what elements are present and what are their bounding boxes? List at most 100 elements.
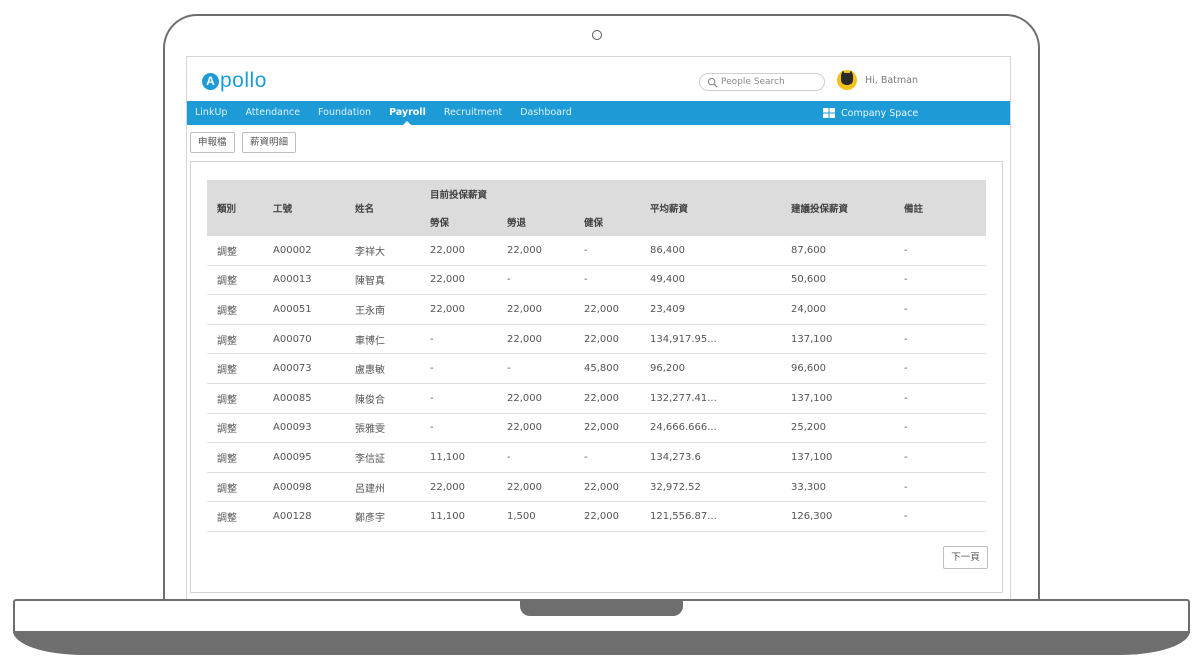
table-cell: - [574, 265, 640, 296]
table-cell: 陳俊合 [345, 383, 420, 414]
col-labor-insurance: 勞保 [420, 208, 497, 236]
table-cell: 22,000 [574, 472, 640, 503]
table-cell: 86,400 [640, 236, 781, 266]
table-cell: 22,000 [497, 236, 574, 266]
user-menu[interactable]: Hi, Batman [837, 70, 918, 90]
table-cell: 23,409 [640, 294, 781, 325]
table-cell: - [574, 442, 640, 473]
user-greeting: Hi, Batman [865, 74, 918, 86]
app-screen: A pollo People Search Hi, Batman LinkUp … [186, 56, 1011, 600]
people-search-input[interactable]: People Search [699, 73, 825, 91]
table-row: 調整 A00085 陳俊合 -22,000 22,000 132,277.41... 137… [207, 383, 986, 414]
table-row: 調整 A00098 呂建州 22,000 22,000 22,000 32,972.52 33… [207, 472, 986, 503]
table-cell: 22,000 [497, 324, 574, 355]
table-cell: A00085 [263, 383, 345, 414]
table-cell: 87,600 [781, 236, 894, 266]
table-cell: - [420, 413, 497, 444]
col-notes: 備註 [894, 180, 986, 236]
nav-attendance[interactable]: Attendance [245, 101, 300, 125]
tab-salary-details[interactable]: 薪資明細 [242, 132, 297, 153]
table-body: 調整 A00002 李祥大 22,000 22,000-86,400 87,600- 調整 A… [207, 236, 986, 532]
table-cell: 調整 [207, 324, 263, 355]
company-space-link[interactable]: Company Space [823, 101, 918, 125]
table-cell: A00073 [263, 353, 345, 384]
col-suggested: 建議投保薪資 [781, 180, 894, 236]
table-cell: 呂建州 [345, 472, 420, 503]
table-cell: 22,000 [497, 472, 574, 503]
table-header: 類別 工號 姓名 目前投保薪資 平均薪資 建議投保薪資 備註 勞保 勞退 健保 [207, 180, 986, 236]
search-placeholder: People Search [721, 77, 785, 87]
table-cell: 陳智真 [345, 265, 420, 296]
insurance-adjustment-table: 類別 工號 姓名 目前投保薪資 平均薪資 建議投保薪資 備註 勞保 勞退 健保 [207, 180, 986, 532]
tab-declaration-file[interactable]: 申報檔 [190, 132, 235, 153]
table-row: 調整 A00093 張雅雯 -22,000 22,000 24,666.666... 25,… [207, 413, 986, 444]
table-cell: 137,100 [781, 442, 894, 473]
grid-icon [823, 108, 835, 118]
content-panel: 類別 工號 姓名 目前投保薪資 平均薪資 建議投保薪資 備註 勞保 勞退 健保 [190, 161, 1003, 593]
col-labor-pension: 勞退 [497, 208, 574, 236]
table-cell: - [894, 265, 986, 296]
app-logo[interactable]: A pollo [202, 69, 267, 93]
table-cell: - [420, 324, 497, 355]
table-cell: - [894, 383, 986, 414]
col-avg-salary: 平均薪資 [640, 180, 781, 236]
table-cell: 調整 [207, 294, 263, 325]
table-row: 調整 A00095 李信証 11,100- -134,273.6 137,100- [207, 442, 986, 473]
table-cell: 22,000 [574, 324, 640, 355]
table-cell: 李信証 [345, 442, 420, 473]
col-health-insurance: 健保 [574, 208, 640, 236]
main-nav: LinkUp Attendance Foundation Payroll Rec… [187, 101, 1010, 125]
laptop-mockup: A pollo People Search Hi, Batman LinkUp … [0, 0, 1200, 667]
table-cell: 22,000 [497, 383, 574, 414]
table-cell: 32,972.52 [640, 472, 781, 503]
table-cell: - [574, 236, 640, 266]
table-row: 調整 A00051 王永南 22,000 22,000 22,000 23,409 24,00… [207, 294, 986, 325]
table-row: 調整 A00013 陳智真 22,000- -49,400 50,600- [207, 265, 986, 296]
company-space-label: Company Space [841, 107, 919, 119]
search-icon [707, 77, 718, 88]
table-cell: 李祥大 [345, 236, 420, 266]
nav-linkup[interactable]: LinkUp [195, 101, 227, 125]
table-cell: A00002 [263, 236, 345, 266]
table-cell: 33,300 [781, 472, 894, 503]
col-name: 姓名 [345, 180, 420, 236]
next-page-button[interactable]: 下一頁 [943, 546, 988, 569]
table-row: 調整 A00128 鄭彥宇 11,100 1,500 22,000 121,556.87..… [207, 501, 986, 532]
table-cell: 22,000 [420, 265, 497, 296]
table-cell: 132,277.41... [640, 383, 781, 414]
table-cell: 11,100 [420, 501, 497, 532]
laptop-base-bottom [13, 631, 1190, 655]
table-cell: 調整 [207, 265, 263, 296]
nav-foundation[interactable]: Foundation [318, 101, 371, 125]
table-cell: 137,100 [781, 324, 894, 355]
table-cell: 調整 [207, 501, 263, 532]
table-cell: 45,800 [574, 353, 640, 384]
table-cell: 22,000 [420, 294, 497, 325]
table-cell: 張雅雯 [345, 413, 420, 444]
table-cell: - [894, 294, 986, 325]
logo-text: pollo [220, 69, 267, 92]
table-cell: 25,200 [781, 413, 894, 444]
table-cell: - [894, 442, 986, 473]
nav-payroll[interactable]: Payroll [389, 101, 426, 125]
table-cell: A00098 [263, 472, 345, 503]
nav-recruitment[interactable]: Recruitment [444, 101, 502, 125]
table-cell: 22,000 [574, 383, 640, 414]
table-cell: - [420, 383, 497, 414]
table-cell: 24,000 [781, 294, 894, 325]
nav-dashboard[interactable]: Dashboard [520, 101, 572, 125]
table-cell: - [894, 413, 986, 444]
table-cell: 調整 [207, 442, 263, 473]
table-cell: - [894, 236, 986, 266]
table-cell: 1,500 [497, 501, 574, 532]
table-cell: - [420, 353, 497, 384]
table-cell: - [894, 472, 986, 503]
table-cell: - [894, 353, 986, 384]
table-cell: 24,666.666... [640, 413, 781, 444]
table-cell: 22,000 [420, 236, 497, 266]
table-cell: - [894, 324, 986, 355]
table-cell: 96,200 [640, 353, 781, 384]
avatar[interactable] [837, 70, 857, 90]
table-cell: 22,000 [574, 413, 640, 444]
table-cell: 鄭彥宇 [345, 501, 420, 532]
